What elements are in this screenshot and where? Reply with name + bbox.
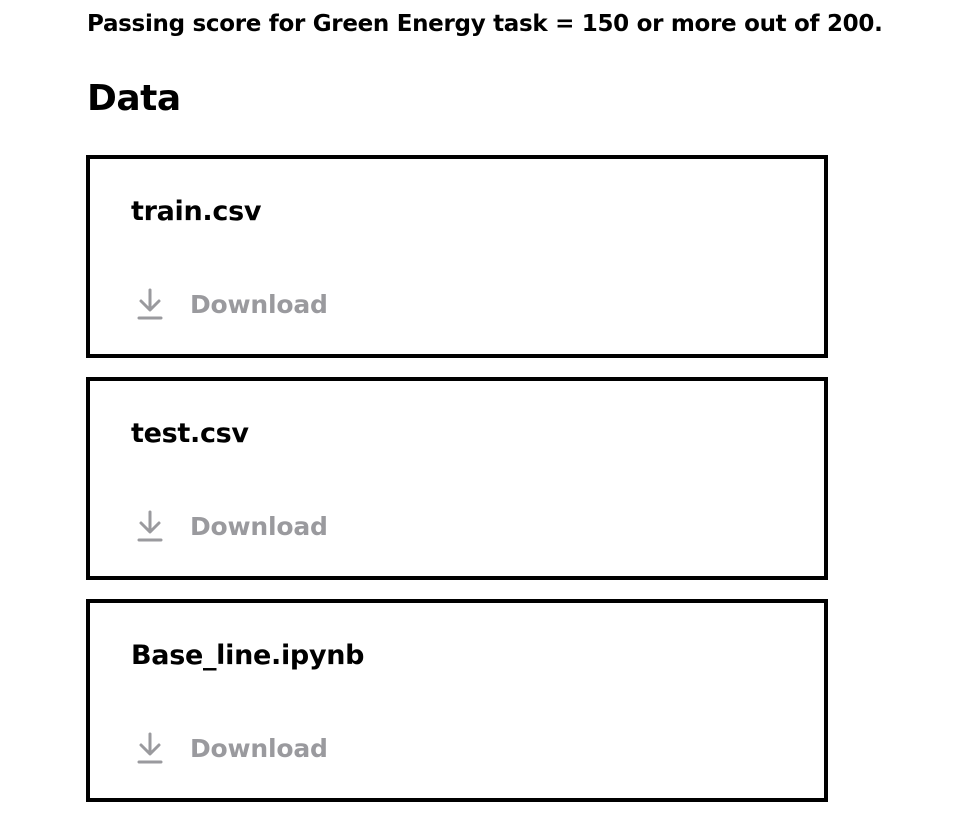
- file-name: test.csv: [131, 418, 249, 449]
- page: Passing score for Green Energy task = 15…: [0, 0, 958, 826]
- download-button[interactable]: Download: [136, 287, 328, 321]
- file-card: train.csv Download: [86, 155, 828, 358]
- download-icon: [137, 288, 163, 320]
- download-button[interactable]: Download: [136, 509, 328, 543]
- download-button[interactable]: Download: [136, 731, 328, 765]
- download-label: Download: [190, 511, 328, 541]
- download-label: Download: [190, 733, 328, 763]
- file-card: test.csv Download: [86, 377, 828, 580]
- download-label: Download: [190, 289, 328, 319]
- file-name: train.csv: [131, 196, 262, 227]
- passing-score-note: Passing score for Green Energy task = 15…: [87, 11, 883, 37]
- file-name: Base_line.ipynb: [131, 640, 365, 671]
- file-card: Base_line.ipynb Download: [86, 599, 828, 802]
- download-icon: [137, 510, 163, 542]
- download-icon: [137, 732, 163, 764]
- section-title-data: Data: [87, 78, 181, 119]
